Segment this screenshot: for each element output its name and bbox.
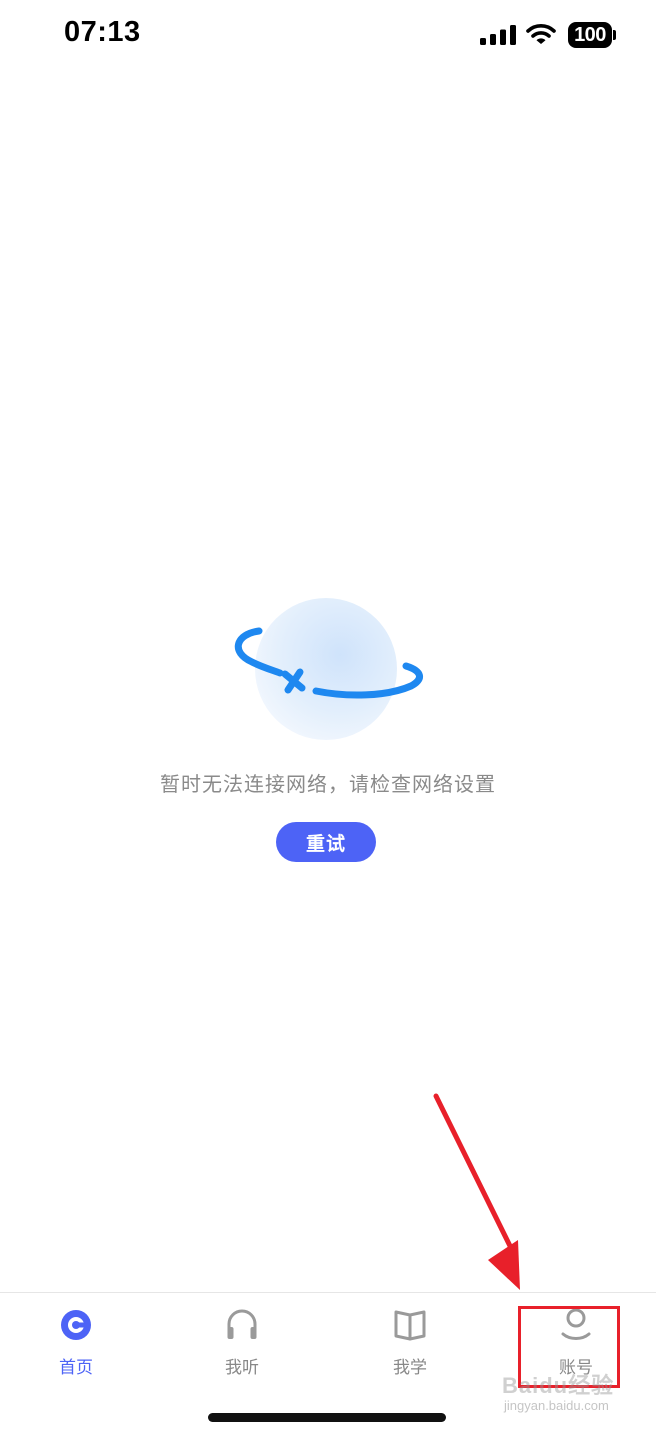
wifi-icon xyxy=(526,24,556,44)
home-indicator xyxy=(208,1413,446,1422)
headphones-icon xyxy=(227,1309,257,1339)
tab-bar: 首页 我听 我学 账号 xyxy=(0,1292,656,1432)
status-time: 07:13 xyxy=(64,16,141,48)
signal-icon xyxy=(480,25,516,45)
battery-icon: 100 xyxy=(568,22,616,48)
book-icon xyxy=(394,1310,426,1341)
home-icon xyxy=(61,1310,91,1340)
tab-learn[interactable]: 我学 xyxy=(360,1307,460,1378)
tab-label: 账号 xyxy=(559,1358,593,1378)
tab-label: 我听 xyxy=(225,1358,259,1378)
annotation-arrow-icon xyxy=(433,1093,520,1290)
error-message: 暂时无法连接网络，请检查网络设置 xyxy=(160,772,496,796)
user-icon xyxy=(561,1308,591,1340)
tab-home[interactable]: 首页 xyxy=(26,1307,126,1378)
tab-account[interactable]: 账号 xyxy=(526,1307,626,1378)
tab-label: 我学 xyxy=(393,1358,427,1378)
tab-listen[interactable]: 我听 xyxy=(192,1307,292,1378)
tab-label: 首页 xyxy=(59,1358,93,1378)
battery-level: 100 xyxy=(568,22,612,48)
status-bar: 07:13 100 xyxy=(0,0,656,70)
retry-button[interactable]: 重试 xyxy=(276,822,376,862)
disconnected-planet-icon xyxy=(234,598,423,740)
